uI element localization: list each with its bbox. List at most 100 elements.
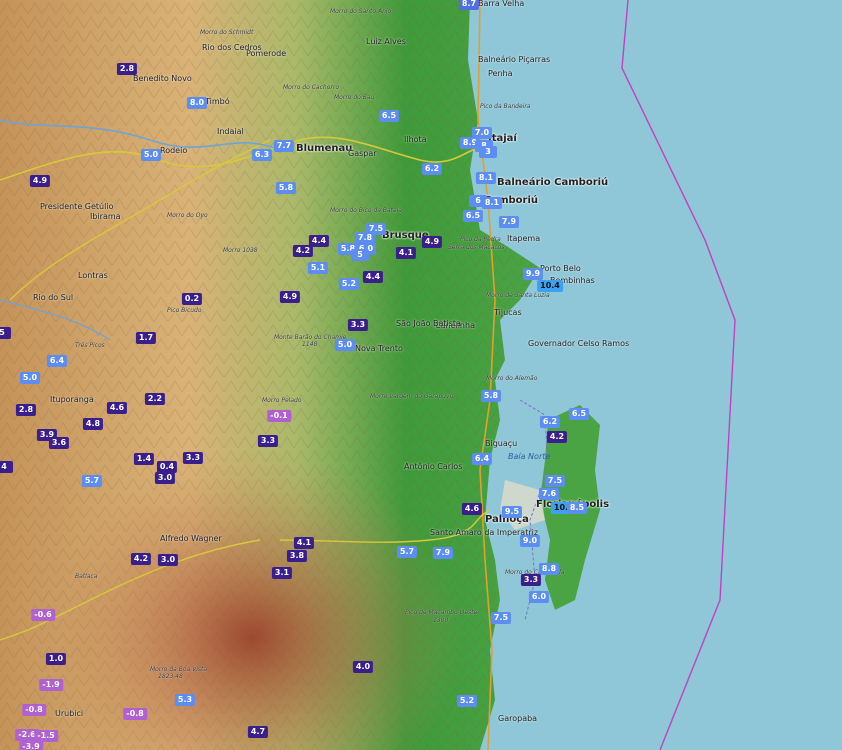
temperature-badge-r81[interactable]: 4.0 [352, 661, 374, 673]
temperature-badge-r27[interactable]: 5 [351, 249, 369, 261]
place-label-morro-bico-bateia: Morro do Bico da Bateia [330, 207, 402, 214]
place-label-sao-joao-batista: São João Batista [396, 319, 461, 328]
temperature-badge-r77[interactable]: 6.0 [528, 591, 550, 603]
temperature-badge-r67[interactable]: 4.1 [293, 537, 315, 549]
temperature-badge-r58[interactable]: 4 [0, 461, 13, 473]
temperature-badge-r12[interactable]: 6.2 [421, 163, 443, 175]
temperature-badge-r71[interactable]: 3.0 [157, 554, 179, 566]
place-label-presidente-getulio: Presidente Getúlio [40, 202, 114, 211]
temperature-badge-r82[interactable]: -1.9 [39, 679, 63, 691]
temperature-badge-r18[interactable]: 6.5 [462, 210, 484, 222]
temperature-badge-r64[interactable]: 9.5 [501, 506, 523, 518]
place-label-pico-macambo-alt: 1300 [433, 617, 449, 624]
place-label-morro-santo-anjo: Morro do Santo Anjo [330, 8, 392, 15]
temperature-badge-r13[interactable]: 8.1 [475, 172, 497, 184]
temperature-badge-r31[interactable]: 4.4 [362, 271, 384, 283]
place-label-serra-macacos: Serra dos Macacos [448, 244, 505, 251]
temperature-badge-r83[interactable]: 5.3 [174, 694, 196, 706]
temperature-badge-r49[interactable]: 6.2 [539, 416, 561, 428]
place-label-rio-do-sul: Rio do Sul [33, 293, 74, 302]
place-label-pico-bandeira: Pico da Bandeira [480, 103, 531, 110]
temperature-badge-r57[interactable]: 6.4 [471, 453, 493, 465]
temperature-badge-r59[interactable]: 3.0 [154, 472, 176, 484]
temperature-badge-r76[interactable]: 3.3 [520, 574, 542, 586]
temperature-badge-r11[interactable]: 5.0 [140, 149, 162, 161]
place-label-rodeio: Rodeio [160, 146, 188, 155]
place-label-batlaca: Batlaca [75, 573, 98, 580]
place-label-morro-vargem-garapuvu: Morro Vargem do Garapuvu [370, 393, 454, 400]
temperature-badge-r19[interactable]: 7.9 [498, 216, 520, 228]
temperature-badge-r54[interactable]: 1.4 [133, 453, 155, 465]
temperature-badge-r63[interactable]: 4.6 [461, 503, 483, 515]
temperature-badge-r73[interactable]: 7.9 [432, 547, 454, 559]
temperature-badge-r08[interactable]: 3 [479, 146, 497, 158]
place-label-blumenau: Blumenau [296, 143, 353, 154]
temperature-badge-r29[interactable]: 9.9 [522, 268, 544, 280]
temperature-badge-r79[interactable]: 7.5 [490, 612, 512, 624]
temperature-badge-r24[interactable]: 4.2 [292, 245, 314, 257]
temperature-badge-r78[interactable]: -0.6 [31, 609, 55, 621]
temperature-badge-r43[interactable]: 2.8 [15, 404, 37, 416]
temperature-badge-r38[interactable]: 5 [0, 327, 11, 339]
place-label-indaial: Indaial [217, 127, 244, 136]
temperature-badge-r53[interactable]: 4.2 [546, 431, 568, 443]
place-label-biguacu: Biguaçu [485, 439, 518, 448]
map-view[interactable]: Blumenau Itajaí Balneário Camboriú Camboriú… [0, 0, 842, 750]
temperature-badge-r28[interactable]: 4.1 [395, 247, 417, 259]
temperature-badge-r17[interactable]: 8.1 [481, 197, 503, 209]
temperature-badge-r51[interactable]: 3.6 [48, 437, 70, 449]
temperature-badge-r62[interactable]: 7.6 [538, 488, 560, 500]
temperature-badge-r70[interactable]: 4.2 [130, 553, 152, 565]
temperature-badge-r15[interactable]: 5.8 [275, 182, 297, 194]
temperature-badge-r47[interactable]: 6.5 [568, 408, 590, 420]
temperature-badge-r61[interactable]: 7.5 [544, 475, 566, 487]
temperature-badge-r30[interactable]: 5.1 [307, 262, 329, 274]
temperature-badge-r14[interactable]: 4.9 [29, 175, 51, 187]
temperature-badge-r69[interactable]: 3.8 [286, 550, 308, 562]
temperature-badge-r36[interactable]: 3.3 [347, 319, 369, 331]
temperature-badge-r44[interactable]: 4.6 [106, 402, 128, 414]
temperature-badge-r72[interactable]: 5.7 [396, 546, 418, 558]
temperature-badge-r33[interactable]: 5.2 [338, 278, 360, 290]
place-label-ilhota: Ilhota [404, 135, 427, 144]
temperature-badge-r68[interactable]: 9.0 [519, 535, 541, 547]
place-label-morro-pelado: Morro Pelado [262, 397, 302, 404]
temperature-badge-r09[interactable]: 6.3 [251, 149, 273, 161]
temperature-badge-r90[interactable]: -3.9 [19, 741, 43, 750]
temperature-badge-r10[interactable]: 7.7 [273, 140, 295, 152]
temperature-badge-r48[interactable]: 4.8 [82, 418, 104, 430]
place-label-benedito-novo: Benedito Novo [133, 74, 192, 83]
temperature-badge-r60[interactable]: 5.7 [81, 475, 103, 487]
temperature-badge-r52[interactable]: 3.3 [257, 435, 279, 447]
temperature-badge-r04[interactable]: 6.5 [378, 110, 400, 122]
temperature-badge-r35[interactable]: 0.2 [181, 293, 203, 305]
temperature-badge-r23[interactable]: 4.9 [421, 236, 443, 248]
place-label-barra-velha: Barra Velha [478, 0, 525, 8]
temperature-badge-r66[interactable]: 8.5 [566, 502, 588, 514]
terrain-base-map [0, 0, 842, 750]
temperature-badge-r80[interactable]: 1.0 [45, 653, 67, 665]
temperature-badge-r37[interactable]: 1.7 [135, 332, 157, 344]
temperature-badge-r01[interactable]: 8.7 [458, 0, 480, 10]
place-label-ibirama: Ibirama [90, 212, 121, 221]
temperature-badge-r86[interactable]: -0.8 [123, 708, 147, 720]
temperature-badge-r41[interactable]: 5.0 [19, 372, 41, 384]
place-label-penha: Penha [488, 69, 513, 78]
temperature-badge-r46[interactable]: -0.1 [267, 410, 291, 422]
place-label-luiz-alves: Luiz Alves [366, 37, 406, 46]
temperature-badge-r74[interactable]: 8.8 [538, 563, 560, 575]
temperature-badge-r87[interactable]: 4.7 [247, 726, 269, 738]
temperature-badge-r40[interactable]: 6.4 [46, 355, 68, 367]
temperature-badge-r85[interactable]: -0.8 [22, 704, 46, 716]
temperature-badge-r34[interactable]: 4.9 [279, 291, 301, 303]
temperature-badge-r42[interactable]: 5.8 [480, 390, 502, 402]
temperature-badge-r03[interactable]: 8.0 [186, 97, 208, 109]
temperature-badge-r56[interactable]: 3.3 [182, 452, 204, 464]
temperature-badge-r45[interactable]: 2.2 [144, 393, 166, 405]
temperature-badge-r32[interactable]: 10.4 [537, 280, 563, 292]
place-label-balneario-picarras: Balneário Piçarras [478, 55, 551, 64]
temperature-badge-r84[interactable]: 5.2 [456, 695, 478, 707]
temperature-badge-r39[interactable]: 5.0 [334, 339, 356, 351]
temperature-badge-r02[interactable]: 2.8 [116, 63, 138, 75]
temperature-badge-r75[interactable]: 3.1 [271, 567, 293, 579]
